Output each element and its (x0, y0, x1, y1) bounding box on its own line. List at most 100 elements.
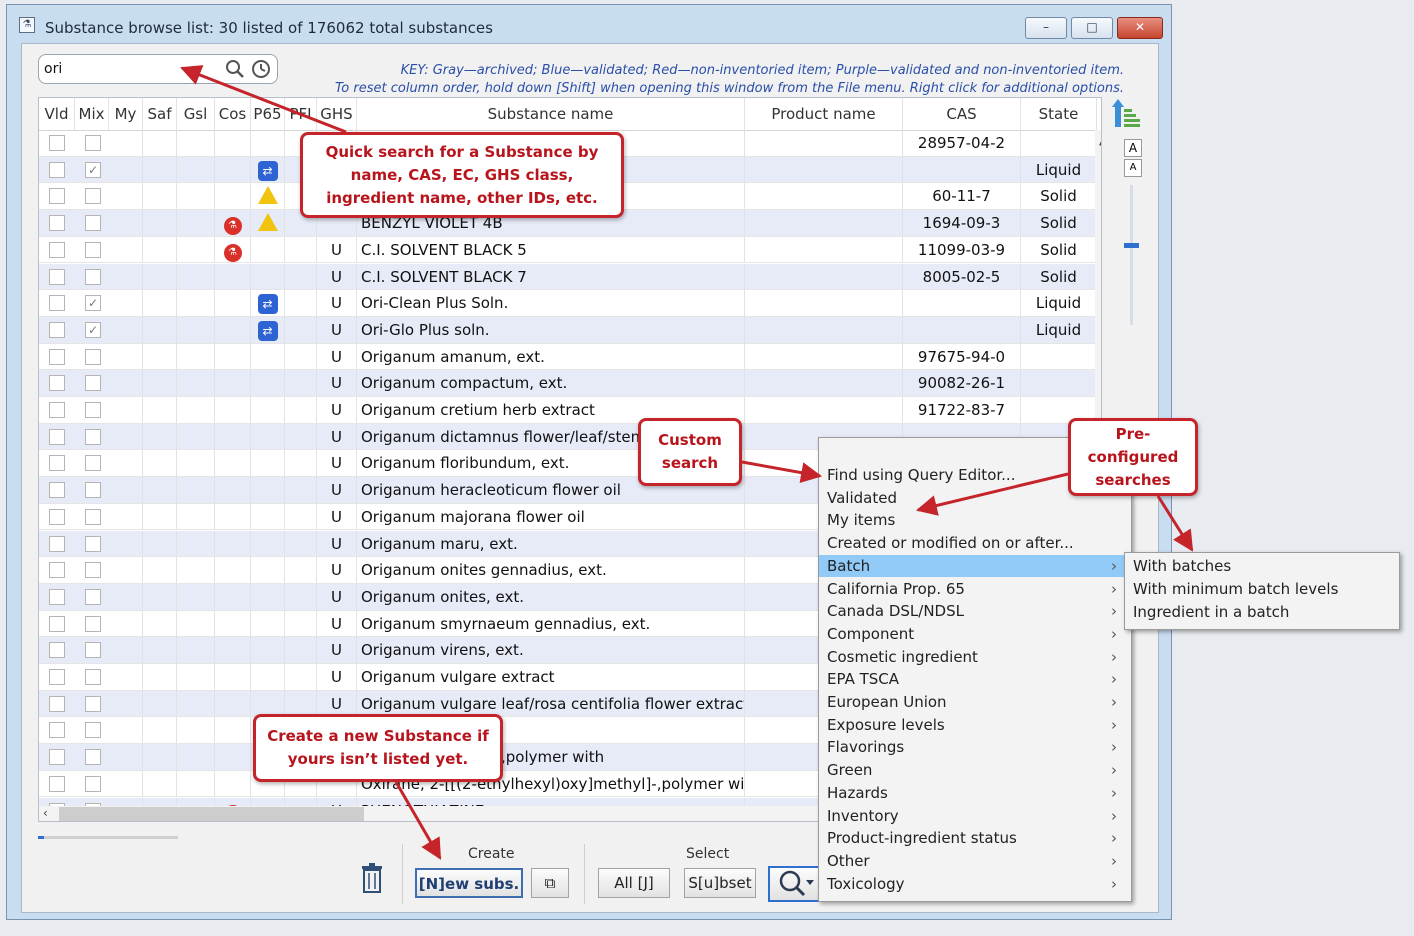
table-row[interactable]: ⚗ U C.I. SOLVENT BLACK 5 11099-03-9 Solid (39, 236, 1097, 264)
column-header-pfi[interactable]: PFI (285, 98, 317, 130)
column-header-vld[interactable]: Vld (39, 98, 75, 130)
mix-checkbox[interactable] (85, 428, 101, 445)
menu-item[interactable]: Cosmetic ingredient › (819, 646, 1131, 669)
select-subset-button[interactable]: S[u]bset (684, 868, 756, 898)
mix-checkbox[interactable] (85, 562, 101, 579)
substance-name-cell[interactable]: Origanum onites, ext. (357, 583, 745, 610)
mix-checkbox[interactable] (85, 215, 101, 232)
mix-checkbox[interactable]: ✓ (85, 161, 101, 178)
mix-checkbox[interactable] (85, 348, 101, 365)
font-larger-icon[interactable]: A (1124, 139, 1142, 157)
mix-checkbox[interactable] (85, 402, 101, 418)
substance-name-cell[interactable]: Origanum virens, ext. (357, 637, 745, 664)
substance-name-cell[interactable]: C.I. SOLVENT BLACK 7 (357, 263, 745, 290)
column-header-cas[interactable]: CAS (903, 98, 1021, 130)
font-size-slider[interactable] (1124, 185, 1139, 325)
vld-checkbox[interactable] (49, 669, 65, 685)
mix-checkbox[interactable] (85, 669, 101, 685)
menu-item[interactable]: Component › (819, 623, 1131, 646)
vld-checkbox[interactable] (49, 562, 65, 579)
column-sort-icon[interactable] (1112, 99, 1142, 129)
substance-name-cell[interactable]: Origanum onites gennadius, ext. (357, 557, 745, 584)
column-header-saf[interactable]: Saf (143, 98, 177, 130)
table-row[interactable]: U Origanum cretium herb extract 91722-83-7 (39, 397, 1097, 424)
menu-item[interactable]: California Prop. 65 › (819, 578, 1131, 601)
mix-checkbox[interactable] (85, 775, 101, 792)
column-header-product-name[interactable]: Product name (745, 98, 903, 130)
table-row[interactable]: ✓ ⇄ U Ori-Clean Plus Soln. Liquid (39, 290, 1097, 317)
menu-item[interactable]: Batch › (819, 554, 1131, 578)
table-row[interactable]: U C.I. SOLVENT BLACK 7 8005-02-5 Solid (39, 263, 1097, 291)
vld-checkbox[interactable] (49, 615, 65, 632)
vld-checkbox[interactable] (49, 348, 65, 365)
mix-checkbox[interactable] (85, 642, 101, 659)
mix-checkbox[interactable] (85, 375, 101, 392)
submenu-item[interactable]: Ingredient in a batch (1133, 601, 1289, 624)
submenu-item[interactable]: With batches (1133, 555, 1231, 578)
vld-checkbox[interactable] (49, 749, 65, 766)
column-header-mix[interactable]: Mix (75, 98, 109, 130)
mix-checkbox[interactable] (85, 722, 101, 739)
vld-checkbox[interactable] (49, 295, 65, 312)
mix-checkbox[interactable] (85, 455, 101, 472)
slider-thumb[interactable] (1124, 243, 1139, 248)
trash-icon[interactable] (360, 862, 384, 894)
menu-item[interactable]: Green › (819, 759, 1131, 782)
mix-checkbox[interactable] (85, 588, 101, 605)
scroll-left-icon[interactable]: ‹ (43, 806, 48, 820)
menu-item[interactable]: Inventory › (819, 805, 1131, 828)
vld-checkbox[interactable] (49, 482, 65, 499)
substance-name-cell[interactable]: Origanum vulgare extract (357, 664, 745, 690)
mix-checkbox[interactable] (85, 482, 101, 499)
table-row[interactable]: U Origanum amanum, ext. 97675-94-0 (39, 343, 1097, 371)
search-menu-button[interactable] (768, 866, 824, 902)
vld-checkbox[interactable] (49, 321, 65, 338)
mix-checkbox[interactable] (85, 268, 101, 285)
substance-name-cell[interactable]: Origanum smyrnaeum gennadius, ext. (357, 610, 745, 637)
horizontal-scroll-thumb[interactable] (59, 807, 364, 821)
quick-search-box[interactable]: ori (38, 54, 278, 84)
menu-item[interactable]: Toxicology › (819, 873, 1131, 896)
search-input[interactable]: ori (44, 61, 62, 77)
select-all-button[interactable]: All [J] (598, 868, 670, 898)
minimize-button[interactable]: – (1025, 17, 1067, 39)
vld-checkbox[interactable] (49, 588, 65, 605)
menu-item[interactable]: Other › (819, 850, 1131, 873)
search-icon[interactable] (225, 59, 245, 79)
mix-checkbox[interactable] (85, 241, 101, 258)
vld-checkbox[interactable] (49, 375, 65, 392)
mix-checkbox[interactable] (85, 535, 101, 552)
vld-checkbox[interactable] (49, 135, 65, 151)
vld-checkbox[interactable] (49, 402, 65, 418)
column-header-cos[interactable]: Cos (215, 98, 251, 130)
mix-checkbox[interactable] (85, 135, 101, 151)
column-header-ghs[interactable]: GHS (317, 98, 357, 130)
mix-checkbox[interactable]: ✓ (85, 321, 101, 338)
column-header-state[interactable]: State (1021, 98, 1097, 130)
vld-checkbox[interactable] (49, 535, 65, 552)
table-row[interactable]: U Origanum compactum, ext. 90082-26-1 (39, 370, 1097, 397)
vld-checkbox[interactable] (49, 428, 65, 445)
batch-submenu[interactable]: With batches With minimum batch levels Ing… (1124, 552, 1400, 630)
vld-checkbox[interactable] (49, 508, 65, 525)
substance-name-cell[interactable]: Origanum vulgare leaf/rosa centifolia fl… (357, 690, 745, 717)
substance-name-cell[interactable]: Origanum majorana flower oil (357, 503, 745, 530)
column-header-gsl[interactable]: Gsl (177, 98, 215, 130)
search-context-menu[interactable]: Find using Query Editor... Validated My it… (818, 437, 1132, 902)
mix-checkbox[interactable] (85, 508, 101, 525)
submenu-item[interactable]: With minimum batch levels (1133, 578, 1338, 601)
substance-name-cell[interactable]: Ori-Clean Plus Soln. (357, 290, 745, 317)
table-row[interactable]: ✓ ⇄ U Ori-Glo Plus soln. Liquid (39, 316, 1097, 344)
mix-checkbox[interactable]: ✓ (85, 295, 101, 312)
substance-name-cell[interactable]: Origanum amanum, ext. (357, 343, 745, 370)
substance-name-cell[interactable]: C.I. SOLVENT BLACK 5 (357, 236, 745, 263)
close-button[interactable]: ✕ (1117, 17, 1163, 39)
vld-checkbox[interactable] (49, 268, 65, 285)
mix-checkbox[interactable] (85, 615, 101, 632)
menu-item[interactable]: Created or modified on or after... (819, 532, 1131, 555)
new-substance-button[interactable]: [N]ew subs. (415, 868, 523, 898)
menu-item[interactable]: My items (819, 509, 1131, 532)
column-header-my[interactable]: My (109, 98, 143, 130)
menu-item[interactable]: Exposure levels › (819, 714, 1131, 737)
menu-item[interactable]: Hazards › (819, 782, 1131, 805)
